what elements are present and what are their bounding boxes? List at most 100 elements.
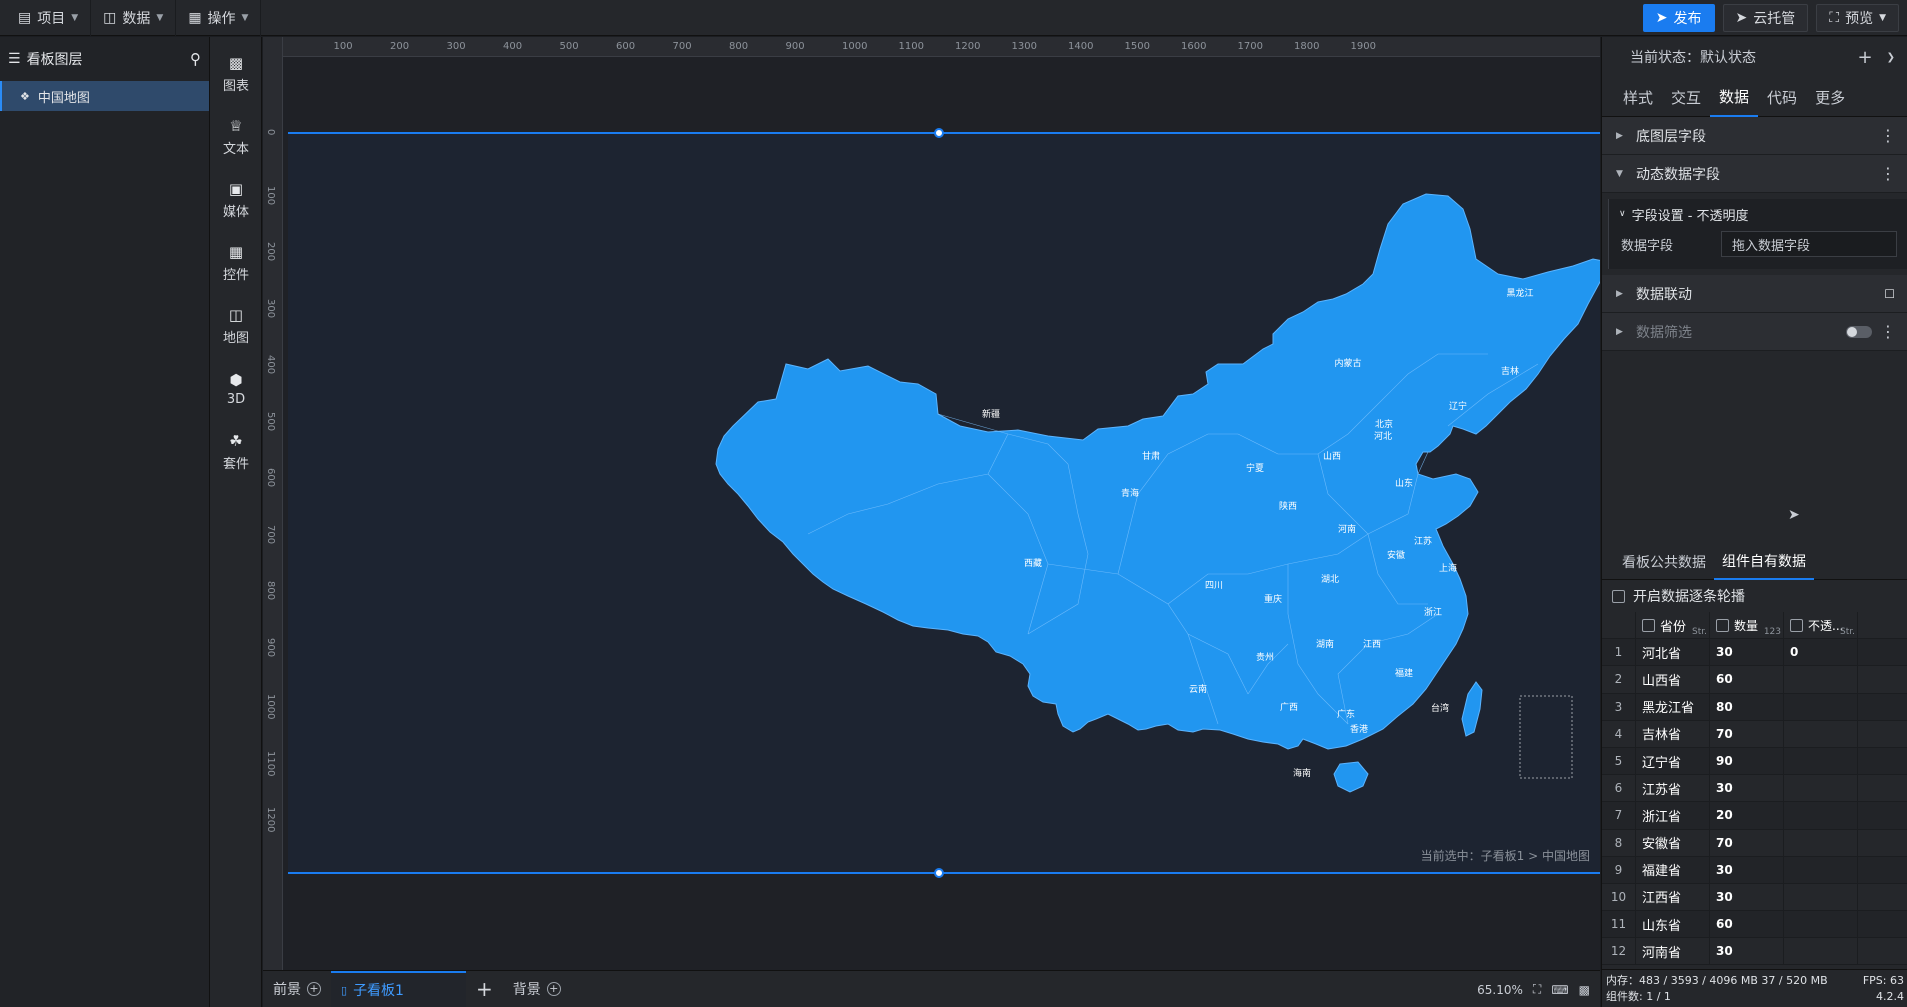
- tool-text[interactable]: ♕ 文本: [210, 106, 262, 169]
- cell-province[interactable]: 山西省: [1636, 666, 1710, 693]
- china-map[interactable]: 黑龙江吉林辽宁 内蒙古北京河北山西山东 新疆甘肃宁夏青海陕西河南江苏安徽上海 西藏四川…: [288, 134, 1600, 874]
- tool-kit[interactable]: ☘ 套件: [210, 421, 262, 484]
- fit-screen-icon[interactable]: ⛶: [1533, 982, 1541, 997]
- section-filter[interactable]: ▶ 数据筛选 ⋮: [1602, 313, 1907, 351]
- cell-opacity[interactable]: [1784, 747, 1858, 775]
- column-header[interactable]: 省份 Str.: [1636, 612, 1710, 639]
- cell-count[interactable]: 70: [1710, 829, 1784, 856]
- table-row[interactable]: 9 福建省 30: [1602, 856, 1907, 884]
- zoom-level[interactable]: 65.10%: [1477, 983, 1523, 997]
- cell-count[interactable]: 70: [1710, 720, 1784, 747]
- china-map-shape[interactable]: [715, 193, 1600, 793]
- cell-count[interactable]: 30: [1710, 775, 1784, 802]
- cell-count[interactable]: 20: [1710, 802, 1784, 829]
- tab-code[interactable]: 代码: [1758, 77, 1806, 117]
- filter-toggle[interactable]: [1846, 325, 1872, 338]
- add-circle-icon[interactable]: +: [546, 982, 561, 996]
- cell-province[interactable]: 吉林省: [1636, 720, 1710, 747]
- cloud-hosting-button[interactable]: ➤ 云托管: [1722, 4, 1809, 32]
- cell-province[interactable]: 黑龙江省: [1636, 693, 1710, 720]
- cell-province[interactable]: 浙江省: [1636, 802, 1710, 829]
- table-row[interactable]: 6 江苏省 30: [1602, 775, 1907, 803]
- cell-count[interactable]: 30: [1710, 639, 1784, 666]
- tool-map[interactable]: ◫ 地图: [210, 295, 262, 358]
- cell-opacity[interactable]: [1784, 802, 1858, 829]
- cell-province[interactable]: 安徽省: [1636, 829, 1710, 856]
- tool-chart[interactable]: ▩ 图表: [210, 43, 262, 106]
- keyboard-icon[interactable]: ⌨: [1551, 983, 1568, 997]
- table-row[interactable]: 12 河南省 30: [1602, 938, 1907, 966]
- column-header[interactable]: 数量 123: [1710, 612, 1784, 639]
- cell-opacity[interactable]: [1784, 693, 1858, 720]
- column-checkbox[interactable]: [1642, 618, 1655, 632]
- tool-control[interactable]: ▦ 控件: [210, 232, 262, 295]
- tab-more[interactable]: 更多: [1806, 77, 1854, 117]
- section-base-fields[interactable]: ▶ 底图层字段 ⋮: [1602, 117, 1907, 155]
- cell-opacity[interactable]: [1784, 775, 1858, 802]
- sub-board[interactable]: 黑龙江 吉林 辽宁 内蒙古 北京 河北 山西 山东 新疆 甘肃 宁夏 青海 陕西 河南 江苏 安徽 上海 西藏 四川…: [288, 128, 1600, 878]
- table-row[interactable]: 8 安徽省 70: [1602, 829, 1907, 857]
- publish-button[interactable]: ➤ 发布: [1642, 4, 1715, 32]
- cell-opacity[interactable]: [1784, 666, 1858, 693]
- tab-sub-board[interactable]: ▯ 子看板1: [331, 970, 466, 1007]
- cell-count[interactable]: 30: [1710, 856, 1784, 883]
- menu-operation[interactable]: ▦ 操作 ▼: [176, 0, 262, 36]
- cell-count[interactable]: 60: [1710, 666, 1784, 693]
- kebab-menu-icon[interactable]: ⋮: [1880, 164, 1896, 183]
- cell-count[interactable]: 30: [1710, 938, 1784, 965]
- preview-button[interactable]: ⛶ 预览 ▼: [1816, 4, 1899, 32]
- hainan-island[interactable]: [1333, 761, 1369, 793]
- cell-province[interactable]: 山东省: [1636, 911, 1710, 938]
- taiwan-island[interactable]: [1461, 681, 1483, 737]
- terminal-icon[interactable]: ▩: [1579, 983, 1590, 997]
- menu-data[interactable]: ◫ 数据 ▼: [91, 0, 177, 36]
- cell-opacity[interactable]: [1784, 829, 1858, 856]
- add-board-button[interactable]: +: [466, 971, 503, 1007]
- cell-province[interactable]: 河北省: [1636, 639, 1710, 666]
- tab-interaction[interactable]: 交互: [1662, 77, 1710, 117]
- data-field-dropzone[interactable]: 拖入数据字段: [1721, 231, 1897, 257]
- table-row[interactable]: 2 山西省 60: [1602, 666, 1907, 694]
- cell-province[interactable]: 河南省: [1636, 938, 1710, 965]
- section-dynamic-fields[interactable]: ▼ 动态数据字段 ⋮: [1602, 155, 1907, 193]
- tab-style[interactable]: 样式: [1614, 77, 1662, 117]
- china-mainland[interactable]: [715, 193, 1600, 750]
- table-row[interactable]: 7 浙江省 20: [1602, 802, 1907, 830]
- cell-count[interactable]: 30: [1710, 883, 1784, 911]
- tab-public-data[interactable]: 看板公共数据: [1614, 544, 1714, 580]
- table-row[interactable]: 11 山东省 60: [1602, 911, 1907, 939]
- carousel-option[interactable]: 开启数据逐条轮播: [1612, 582, 1745, 610]
- table-row[interactable]: 5 辽宁省 90: [1602, 747, 1907, 776]
- layer-item-china-map[interactable]: ❖ 中国地图: [0, 81, 209, 111]
- table-row[interactable]: 3 黑龙江省 80: [1602, 693, 1907, 721]
- cell-count[interactable]: 80: [1710, 693, 1784, 720]
- menu-project[interactable]: ▤ 项目 ▼: [6, 0, 92, 36]
- column-checkbox[interactable]: [1790, 618, 1803, 632]
- table-row[interactable]: 10 江西省 30: [1602, 883, 1907, 912]
- add-circle-icon[interactable]: +: [307, 982, 321, 996]
- table-row[interactable]: 4 吉林省 70: [1602, 720, 1907, 748]
- cell-opacity[interactable]: [1784, 911, 1858, 938]
- tab-own-data[interactable]: 组件自有数据: [1714, 544, 1814, 580]
- cell-opacity[interactable]: [1784, 883, 1858, 911]
- tab-background[interactable]: 背景 +: [503, 971, 571, 1007]
- lock-icon[interactable]: ☐: [1884, 287, 1895, 301]
- tool-media[interactable]: ▣ 媒体: [210, 169, 262, 232]
- field-setting-header[interactable]: ∨ 字段设置 - 不透明度: [1609, 199, 1907, 229]
- tab-foreground[interactable]: 前景 +: [263, 971, 331, 1007]
- cell-opacity[interactable]: 0: [1784, 639, 1858, 666]
- kebab-menu-icon[interactable]: ⋮: [1880, 322, 1896, 341]
- add-state-icon[interactable]: +: [1858, 47, 1873, 68]
- kebab-menu-icon[interactable]: ⋮: [1880, 126, 1896, 145]
- current-state-label[interactable]: 当前状态：默认状态: [1630, 47, 1756, 67]
- column-header[interactable]: 不透... Str.: [1784, 612, 1858, 639]
- tab-data[interactable]: 数据: [1710, 77, 1759, 117]
- cell-province[interactable]: 福建省: [1636, 856, 1710, 883]
- search-icon[interactable]: ⚲: [190, 50, 201, 68]
- cell-province[interactable]: 江苏省: [1636, 775, 1710, 802]
- cell-count[interactable]: 60: [1710, 911, 1784, 938]
- section-linkage[interactable]: ▶ 数据联动 ☐: [1602, 275, 1907, 313]
- cell-opacity[interactable]: [1784, 938, 1858, 965]
- cell-opacity[interactable]: [1784, 856, 1858, 883]
- cell-opacity[interactable]: [1784, 720, 1858, 747]
